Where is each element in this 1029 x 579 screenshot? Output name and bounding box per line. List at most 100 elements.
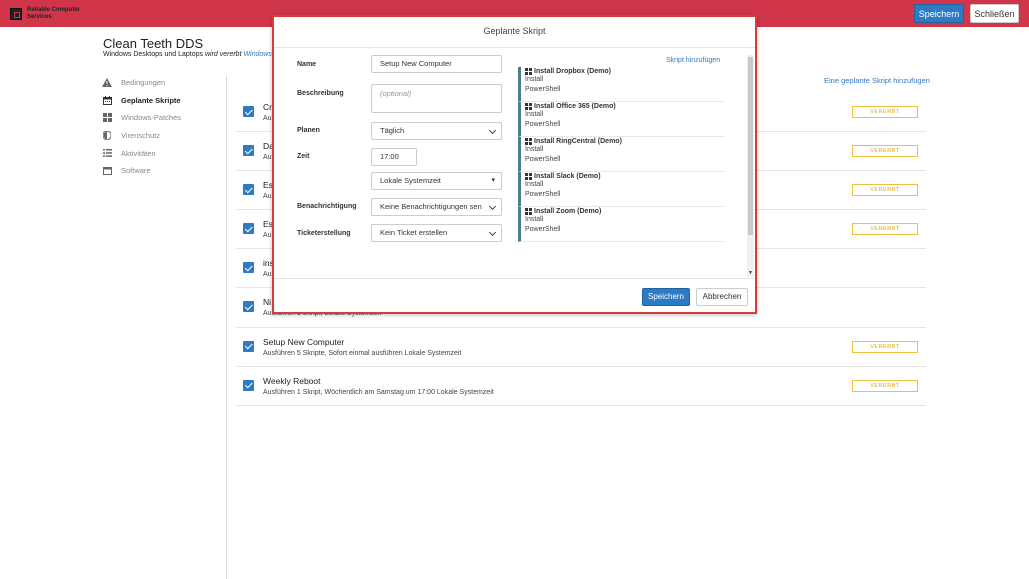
script-type: Install <box>525 216 544 223</box>
windows-icon <box>525 173 532 180</box>
scrollbar-thumb[interactable] <box>748 57 753 235</box>
windows-icon <box>525 103 532 110</box>
page-subtitle: Windows Desktops und Laptops wird vererb… <box>103 51 272 58</box>
script-type: Install <box>525 146 544 153</box>
nav-item-aktivitaeten[interactable]: Aktivitäten <box>102 144 222 162</box>
scheduled-script-modal: Geplante Skript Name Setup New Computer … <box>272 15 757 314</box>
add-script-link[interactable]: Skript hinzufügen <box>666 57 720 64</box>
save-button[interactable]: Speichern <box>914 4 964 23</box>
scroll-down-arrow-icon[interactable]: ▼ <box>748 270 753 276</box>
nav-label: Bedingungen <box>121 78 166 88</box>
modal-footer-divider <box>274 278 755 279</box>
time-input[interactable]: 17:00 <box>371 148 417 166</box>
modal-divider <box>274 47 755 48</box>
inherited-badge: VERERBT <box>852 106 918 118</box>
row-title: Setup New Computer <box>263 336 345 347</box>
windows-icon <box>525 138 532 145</box>
notification-label: Benachrichtigung <box>297 203 357 210</box>
script-language: PowerShell <box>525 226 561 233</box>
subtitle-inherited: wird vererbt <box>204 51 242 58</box>
script-type: Install <box>525 76 544 83</box>
nav-item-bedingungen[interactable]: Bedingungen <box>102 74 222 92</box>
modal-save-button[interactable]: Speichern <box>642 288 690 306</box>
script-type: Install <box>525 111 544 118</box>
logo-line-1: Reliable Computer <box>27 7 81 13</box>
row-checkbox[interactable] <box>243 340 254 352</box>
time-label: Zeit <box>297 153 310 160</box>
ticket-label: Ticketerstellung <box>297 230 351 237</box>
nav-item-software[interactable]: Software <box>102 162 222 180</box>
description-textarea[interactable]: (optional) <box>371 84 502 113</box>
inherited-badge: VERERBT <box>852 379 918 392</box>
script-item[interactable]: Install Dropbox (Demo) Install PowerShel… <box>518 67 725 102</box>
script-item[interactable]: Install Zoom (Demo) Install PowerShell <box>518 207 725 242</box>
description-label: Beschreibung <box>297 90 344 97</box>
row-checkbox[interactable] <box>243 223 254 235</box>
shield-icon <box>102 131 112 141</box>
modal-cancel-button[interactable]: Abbrechen <box>696 288 748 306</box>
name-label: Name <box>297 61 317 68</box>
row-title: Ni <box>263 297 272 308</box>
modal-title: Geplante Skript <box>483 26 546 36</box>
nav-item-virenschutz[interactable]: Virenschutz <box>102 127 222 145</box>
nav-label: Virenschutz <box>121 131 161 141</box>
close-button[interactable]: Schließen <box>970 4 1019 23</box>
list-icon <box>102 149 112 158</box>
page-title: Clean Teeth DDS <box>103 36 204 51</box>
list-item[interactable]: Setup New Computer Ausführen 5 Skripte, … <box>236 328 926 367</box>
list-item[interactable]: Weekly Reboot Ausführen 1 Skript, Wöchen… <box>236 367 926 406</box>
row-description: Ausführen 5 Skripte, Sofort einmal ausfü… <box>263 349 462 357</box>
row-description: Au <box>263 232 272 240</box>
script-language: PowerShell <box>525 156 561 163</box>
windows-icon <box>525 68 532 75</box>
row-title: Weekly Reboot <box>263 375 321 386</box>
script-name: Install Slack (Demo) <box>525 173 725 180</box>
script-title: Install Dropbox (Demo) <box>534 68 612 75</box>
warning-icon <box>102 78 112 88</box>
notification-select[interactable]: Keine Benachrichtigungen sen <box>371 198 502 216</box>
script-title: Install Office 365 (Demo) <box>534 103 616 110</box>
script-title: Install RingCentral (Demo) <box>534 138 622 145</box>
schedule-label: Planen <box>297 127 320 134</box>
script-type: Install <box>525 181 544 188</box>
row-title: Cr <box>263 102 272 112</box>
row-description: Ausführen 1 Skript, Wöchentlich am Samst… <box>263 388 494 396</box>
nav-label: Windows-Patches <box>121 113 182 123</box>
company-logo-text: Reliable Computer Services <box>27 7 80 21</box>
name-input[interactable]: Setup New Computer <box>371 55 502 73</box>
ticket-select[interactable]: Kein Ticket erstellen <box>371 224 502 242</box>
script-language: PowerShell <box>525 121 561 128</box>
add-scheduled-script-link[interactable]: Eine geplante Skript hinzufügen <box>824 76 930 85</box>
nav-item-windows-patches[interactable]: Windows-Patches <box>102 109 222 127</box>
timezone-select[interactable]: Lokale Systemzeit <box>371 172 502 190</box>
row-checkbox[interactable] <box>243 145 254 157</box>
inherited-from-link[interactable]: Windows <box>243 51 271 58</box>
row-checkbox[interactable] <box>243 379 254 391</box>
nav-label: Aktivitäten <box>121 148 156 158</box>
nav-item-geplante-skripte[interactable]: Geplante Skripte <box>102 92 222 110</box>
script-title: Install Zoom (Demo) <box>534 208 602 215</box>
row-checkbox[interactable] <box>243 184 254 196</box>
script-name: Install Dropbox (Demo) <box>525 68 725 75</box>
row-description: Au <box>263 271 272 279</box>
script-name: Install RingCentral (Demo) <box>525 138 725 145</box>
script-name: Install Office 365 (Demo) <box>525 103 725 110</box>
script-list-scrollbar[interactable] <box>747 55 754 277</box>
nav-label: Software <box>121 166 151 176</box>
schedule-select[interactable]: Täglich <box>371 122 502 140</box>
content-divider <box>226 75 227 579</box>
logo-line-2: Services <box>27 14 52 20</box>
inherited-badge: VERERBT <box>852 184 918 197</box>
script-item[interactable]: Install RingCentral (Demo) Install Power… <box>518 137 725 172</box>
script-item[interactable]: Install Slack (Demo) Install PowerShell <box>518 172 725 207</box>
row-checkbox[interactable] <box>243 262 254 274</box>
script-item[interactable]: Install Office 365 (Demo) Install PowerS… <box>518 102 725 137</box>
row-checkbox[interactable] <box>243 301 254 313</box>
script-title: Install Slack (Demo) <box>534 173 601 180</box>
side-nav: Bedingungen Geplante Skripte Windows-Pat… <box>102 74 222 180</box>
row-checkbox[interactable] <box>243 106 254 117</box>
script-language: PowerShell <box>525 86 561 93</box>
windows-icon <box>525 208 532 215</box>
script-language: PowerShell <box>525 191 561 198</box>
script-name: Install Zoom (Demo) <box>525 208 725 215</box>
